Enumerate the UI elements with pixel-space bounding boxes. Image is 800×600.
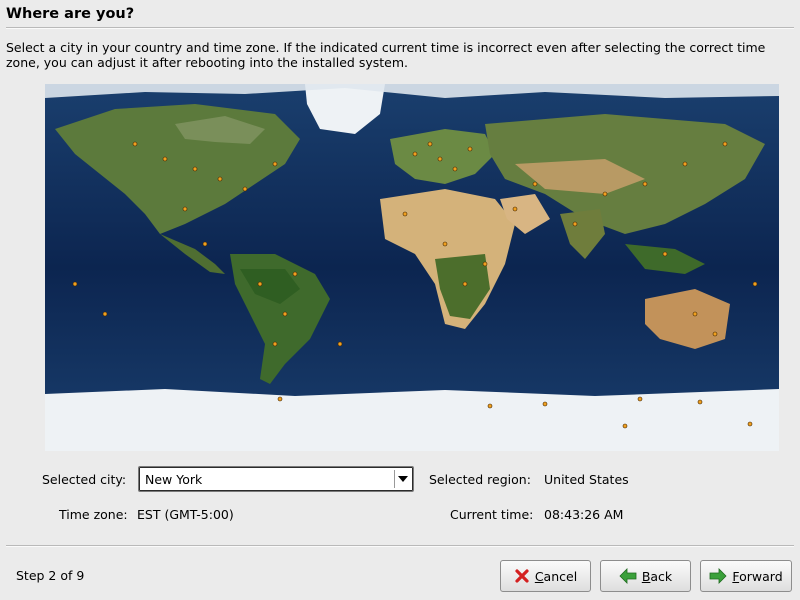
- selected-region-label: Selected region:: [429, 472, 531, 487]
- page-title: Where are you?: [6, 6, 135, 22]
- selected-region-value: United States: [544, 472, 629, 487]
- selected-city-label: Selected city:: [42, 472, 127, 487]
- back-button[interactable]: Back: [600, 560, 691, 592]
- forward-button-label: Forward: [732, 568, 783, 584]
- arrow-left-icon: [619, 568, 637, 584]
- world-map[interactable]: [45, 84, 779, 451]
- cancel-button-label: Cancel: [534, 568, 578, 584]
- step-indicator: Step 2 of 9: [16, 568, 85, 583]
- city-dropdown[interactable]: New York: [138, 466, 414, 492]
- cancel-icon: [514, 568, 530, 584]
- timezone-label: Time zone:: [59, 507, 128, 522]
- footer-separator: [6, 545, 794, 547]
- city-dropdown-value: New York: [145, 472, 203, 487]
- header-separator: [6, 27, 794, 29]
- timezone-value: EST (GMT-5:00): [137, 507, 234, 522]
- current-time-value: 08:43:26 AM: [544, 507, 624, 522]
- current-time-label: Current time:: [450, 507, 534, 522]
- back-button-label: Back: [641, 568, 673, 584]
- forward-button[interactable]: Forward: [700, 560, 792, 592]
- chevron-down-icon[interactable]: [394, 470, 410, 488]
- cancel-button[interactable]: Cancel: [500, 560, 591, 592]
- instructions-text: Select a city in your country and time z…: [6, 40, 766, 70]
- world-map-image: [45, 84, 779, 451]
- arrow-right-icon: [709, 568, 727, 584]
